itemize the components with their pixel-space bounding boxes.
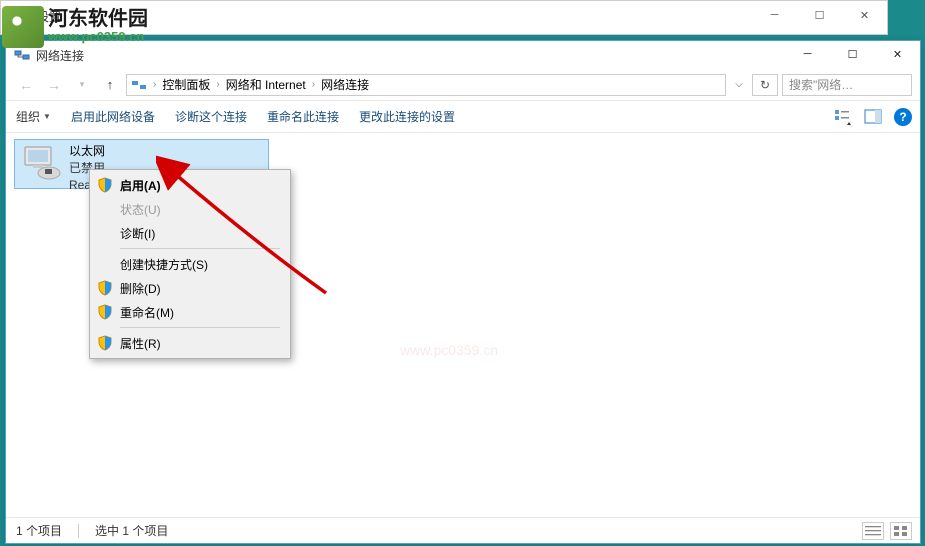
- content-area: 以太网 已禁用 Rea 启用(A) 状态(U) 诊断(I) 创建快捷方式(S): [6, 133, 920, 517]
- help-button[interactable]: ?: [894, 108, 912, 126]
- window-title: 网络连接: [36, 47, 84, 64]
- chevron-right-icon[interactable]: ›: [214, 79, 221, 90]
- nav-recent-dropdown[interactable]: ▾: [70, 73, 94, 97]
- watermark-url: www.pc0359.cn: [48, 29, 148, 45]
- shield-icon: [97, 335, 113, 351]
- enable-device-button[interactable]: 启用此网络设备: [71, 108, 155, 125]
- shield-icon: [97, 304, 113, 320]
- watermark-icon: [2, 6, 44, 48]
- menu-enable[interactable]: 启用(A): [92, 173, 288, 197]
- watermark-center: www.pc0359.cn: [400, 342, 498, 358]
- preview-pane-button[interactable]: [864, 108, 882, 126]
- toolbar: 组织▼ 启用此网络设备 诊断这个连接 重命名此连接 更改此连接的设置 ?: [6, 101, 920, 133]
- bg-maximize-button[interactable]: ☐: [797, 1, 842, 29]
- nav-forward-button: →: [42, 73, 66, 97]
- explorer-window: 网络连接 ─ ☐ ✕ ← → ▾ ↑ › 控制面板 › 网络和 Internet…: [5, 40, 921, 544]
- context-menu: 启用(A) 状态(U) 诊断(I) 创建快捷方式(S) 删除(D): [89, 169, 291, 359]
- menu-properties[interactable]: 属性(R): [92, 331, 288, 355]
- nav-back-button[interactable]: ←: [14, 73, 38, 97]
- minimize-button[interactable]: ─: [785, 41, 830, 67]
- rename-connection-button[interactable]: 重命名此连接: [267, 108, 339, 125]
- status-separator: [78, 524, 79, 538]
- details-view-button[interactable]: [862, 522, 884, 540]
- network-connections-icon: [14, 47, 30, 63]
- shield-icon: [97, 177, 113, 193]
- menu-rename[interactable]: 重命名(M): [92, 300, 288, 324]
- address-bar: ← → ▾ ↑ › 控制面板 › 网络和 Internet › 网络连接 ⌵ ↻…: [6, 69, 920, 101]
- search-input[interactable]: 搜索"网络…: [782, 74, 912, 96]
- watermark-logo: 河东软件园 www.pc0359.cn: [2, 6, 148, 48]
- organize-menu[interactable]: 组织▼: [16, 108, 51, 125]
- nav-up-button[interactable]: ↑: [98, 73, 122, 97]
- status-selected-count: 选中 1 个项目: [95, 522, 168, 539]
- chevron-right-icon[interactable]: ›: [310, 79, 317, 90]
- path-segment-network-internet[interactable]: 网络和 Internet: [222, 76, 310, 93]
- address-history-dropdown[interactable]: ⌵: [730, 79, 748, 90]
- adapter-name: 以太网: [69, 143, 105, 160]
- address-path[interactable]: › 控制面板 › 网络和 Internet › 网络连接: [126, 74, 726, 96]
- menu-diagnose[interactable]: 诊断(I): [92, 221, 288, 245]
- diagnose-connection-button[interactable]: 诊断这个连接: [175, 108, 247, 125]
- path-icon: [131, 77, 147, 93]
- maximize-button[interactable]: ☐: [830, 41, 875, 67]
- ethernet-adapter-icon: [21, 143, 61, 183]
- chevron-down-icon: ▼: [43, 112, 51, 121]
- change-settings-button[interactable]: 更改此连接的设置: [359, 108, 455, 125]
- menu-separator: [120, 327, 280, 328]
- search-placeholder: 搜索"网络…: [789, 76, 853, 93]
- refresh-button[interactable]: ↻: [752, 74, 778, 96]
- bg-minimize-button[interactable]: ─: [752, 1, 797, 29]
- menu-separator: [120, 248, 280, 249]
- path-segment-control-panel[interactable]: 控制面板: [158, 76, 214, 93]
- status-item-count: 1 个项目: [16, 522, 62, 539]
- watermark-site-name: 河东软件园: [48, 9, 148, 29]
- menu-delete[interactable]: 删除(D): [92, 276, 288, 300]
- chevron-right-icon[interactable]: ›: [151, 79, 158, 90]
- path-segment-network-connections[interactable]: 网络连接: [317, 76, 373, 93]
- menu-status: 状态(U): [92, 197, 288, 221]
- status-bar: 1 个项目 选中 1 个项目: [6, 517, 920, 543]
- bg-close-button[interactable]: ✕: [842, 1, 887, 29]
- shield-icon: [97, 280, 113, 296]
- view-options-button[interactable]: [834, 108, 852, 126]
- menu-create-shortcut[interactable]: 创建快捷方式(S): [92, 252, 288, 276]
- close-button[interactable]: ✕: [875, 41, 920, 67]
- large-icons-view-button[interactable]: [890, 522, 912, 540]
